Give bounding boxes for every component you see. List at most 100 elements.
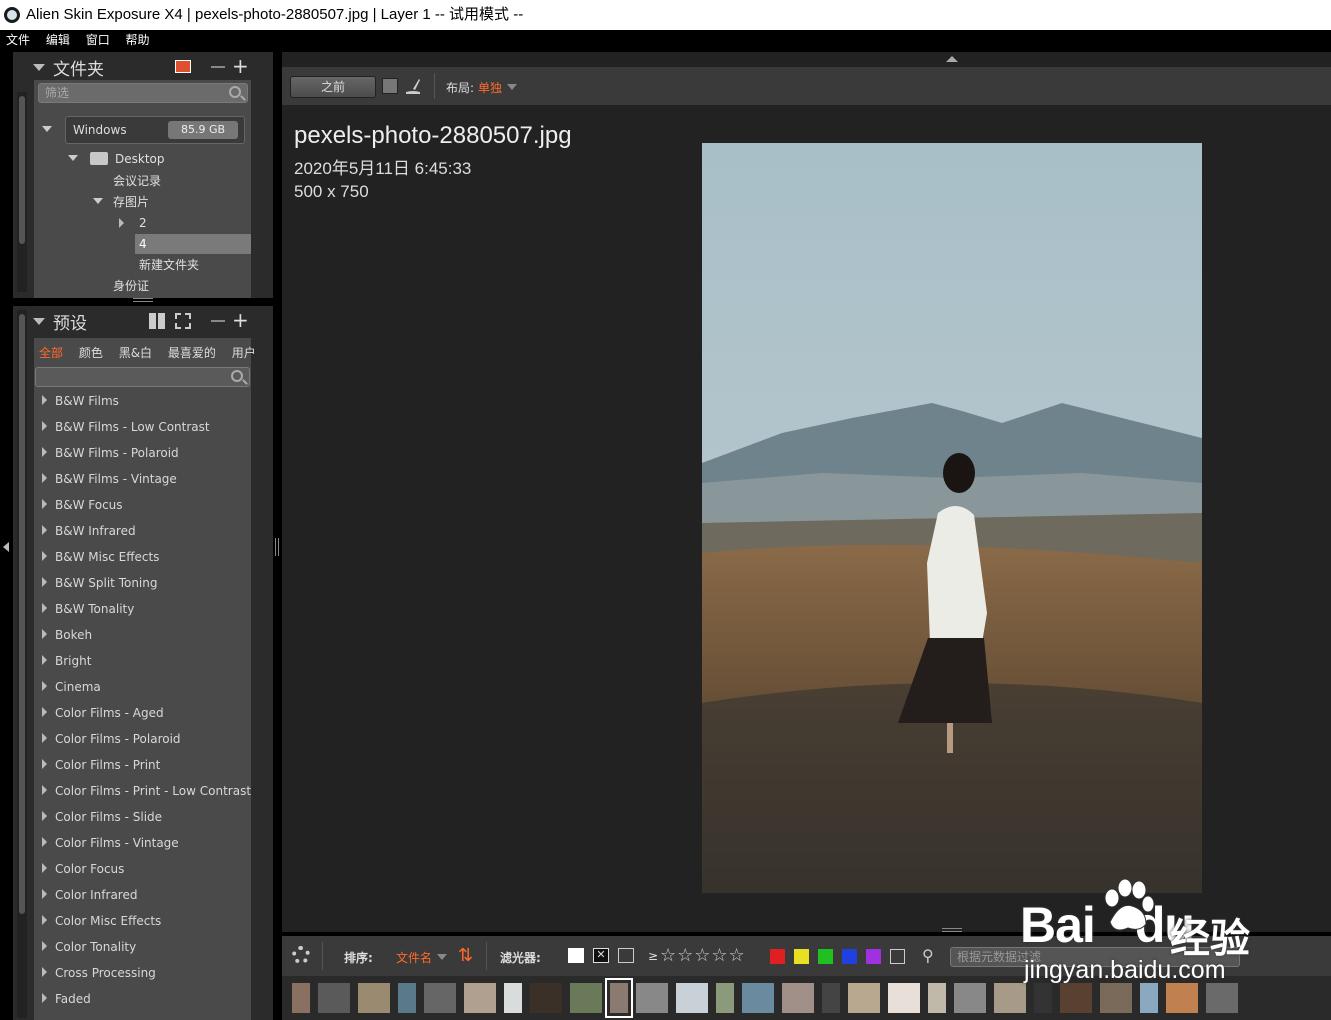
plus-icon[interactable]: + — [232, 308, 249, 332]
menu-help[interactable]: 帮助 — [120, 30, 156, 51]
tree-item-desktop[interactable]: Desktop — [115, 149, 165, 169]
preset-category[interactable]: Color Films - Print — [42, 752, 160, 778]
metadata-key-icon[interactable]: ⚲ — [922, 946, 934, 965]
pictures-expand-icon[interactable] — [93, 198, 103, 204]
presets-search-input[interactable] — [35, 367, 250, 387]
desktop-expand-icon[interactable] — [68, 155, 78, 161]
chevron-down-icon[interactable] — [437, 954, 447, 960]
filmstrip-thumbnail[interactable] — [1100, 983, 1132, 1013]
tab-bw[interactable]: 黑&白 — [119, 346, 152, 360]
filmstrip-thumbnail[interactable] — [1060, 983, 1092, 1013]
tree-item-4[interactable]: 4 — [139, 234, 147, 254]
filmstrip-thumbnail[interactable] — [464, 983, 496, 1013]
filmstrip-thumbnail[interactable] — [782, 983, 814, 1013]
plus-icon[interactable]: + — [232, 54, 249, 78]
folders-scroll-thumb[interactable] — [19, 96, 25, 244]
minus-icon[interactable] — [211, 66, 225, 68]
main-photo[interactable] — [702, 143, 1202, 893]
layout-dropdown[interactable]: 单独 — [478, 79, 502, 96]
preset-category[interactable]: Color Films - Vintage — [42, 830, 179, 856]
filmstrip-thumbnail[interactable] — [358, 983, 390, 1013]
chevron-down-icon[interactable] — [507, 84, 517, 90]
preset-category[interactable]: B&W Films - Polaroid — [42, 440, 179, 466]
filmstrip-thumbnail[interactable] — [848, 983, 880, 1013]
menu-window[interactable]: 窗口 — [80, 30, 116, 51]
tree-item-new-folder[interactable]: 新建文件夹 — [139, 255, 199, 275]
fullscreen-icon[interactable] — [175, 313, 191, 329]
tree-item-2[interactable]: 2 — [139, 213, 147, 233]
filmstrip-thumbnail[interactable] — [424, 983, 456, 1013]
import-icon[interactable] — [175, 60, 191, 73]
preset-category[interactable]: Color Misc Effects — [42, 908, 161, 934]
filmstrip-thumbnail[interactable] — [1034, 983, 1052, 1013]
preset-category[interactable]: Bright — [42, 648, 91, 674]
filmstrip-thumbnail[interactable] — [292, 983, 310, 1013]
tab-color[interactable]: 颜色 — [79, 346, 103, 360]
filmstrip-thumbnail[interactable] — [1140, 983, 1158, 1013]
filmstrip-thumbnail[interactable] — [742, 983, 774, 1013]
grid-view-icon[interactable] — [149, 313, 165, 329]
preset-category[interactable]: B&W Films — [42, 388, 119, 414]
flag-none-icon[interactable] — [618, 948, 634, 963]
filmstrip-thumbnail[interactable] — [504, 983, 522, 1013]
drive-windows[interactable]: Windows 85.9 GB — [65, 116, 245, 144]
color-label-blue[interactable] — [842, 949, 857, 964]
preset-category[interactable]: Color Infrared — [42, 882, 137, 908]
folders-filter-input[interactable]: 筛选 — [38, 83, 248, 103]
preset-category[interactable]: Color Tonality — [42, 934, 136, 960]
preset-category[interactable]: Color Focus — [42, 856, 124, 882]
filmstrip-thumbnail[interactable] — [605, 978, 633, 1018]
minus-icon[interactable] — [211, 320, 225, 322]
filmstrip-thumbnail[interactable] — [398, 983, 416, 1013]
filmstrip-thumbnail[interactable] — [822, 983, 840, 1013]
preset-category[interactable]: Color Films - Print - Low Contrast — [42, 778, 251, 804]
preset-category[interactable]: Faded — [42, 986, 91, 1012]
preset-category[interactable]: B&W Misc Effects — [42, 544, 159, 570]
color-label-green[interactable] — [818, 949, 833, 964]
compare-square-button[interactable] — [382, 78, 398, 94]
preset-category[interactable]: Color Films - Aged — [42, 700, 164, 726]
tab-all[interactable]: 全部 — [39, 346, 63, 360]
color-label-yellow[interactable] — [794, 949, 809, 964]
filmstrip-thumbnail[interactable] — [318, 983, 350, 1013]
preset-category[interactable]: B&W Films - Vintage — [42, 466, 177, 492]
filmstrip-thumbnail[interactable] — [676, 983, 708, 1013]
collapse-icon[interactable] — [33, 63, 45, 71]
filmstrip-thumbnail[interactable] — [636, 983, 668, 1013]
preset-category[interactable]: Cinema — [42, 674, 101, 700]
brush-icon[interactable] — [404, 77, 422, 95]
color-label-red[interactable] — [770, 949, 785, 964]
filmstrip-thumbnail[interactable] — [1166, 983, 1198, 1013]
tab-favorites[interactable]: 最喜爱的 — [168, 346, 216, 360]
color-label-none[interactable] — [890, 949, 905, 964]
collapse-icon[interactable] — [33, 317, 45, 325]
preset-category[interactable]: Color Films - Slide — [42, 804, 162, 830]
flag-pick-icon[interactable] — [568, 948, 584, 963]
menu-file[interactable]: 文件 — [0, 30, 36, 51]
rating-operator[interactable]: ≥ — [648, 949, 658, 963]
filmstrip-thumbnail[interactable] — [888, 983, 920, 1013]
folder-2-expand-icon[interactable] — [119, 218, 124, 228]
preset-category[interactable]: B&W Films - Low Contrast — [42, 414, 210, 440]
filmstrip-thumbnail[interactable] — [530, 983, 562, 1013]
star-rating-filter[interactable]: ☆☆☆☆☆ — [660, 945, 746, 966]
splitter-handle[interactable] — [275, 538, 279, 556]
preset-category[interactable]: B&W Split Toning — [42, 570, 158, 596]
gear-icon[interactable] — [292, 946, 310, 964]
filmstrip-thumbnail[interactable] — [570, 983, 602, 1013]
preset-category[interactable]: Color Films - Polaroid — [42, 726, 181, 752]
flag-reject-icon[interactable]: ✕ — [593, 948, 609, 963]
filmstrip-thumbnail[interactable] — [928, 983, 946, 1013]
drive-expand-icon[interactable] — [42, 126, 52, 132]
sort-direction-icon[interactable]: ⇅ — [458, 945, 473, 966]
filmstrip-resize-handle[interactable] — [942, 928, 962, 932]
preset-category[interactable]: B&W Infrared — [42, 518, 136, 544]
tree-item-pictures[interactable]: 存图片 — [113, 192, 149, 212]
filmstrip-thumbnail[interactable] — [1206, 983, 1238, 1013]
collapse-top-icon[interactable] — [946, 56, 958, 62]
collapse-left-icon[interactable] — [3, 542, 9, 552]
preset-category[interactable]: Bokeh — [42, 622, 92, 648]
presets-scroll-thumb[interactable] — [19, 314, 25, 914]
filmstrip-thumbnail[interactable] — [716, 983, 734, 1013]
preset-category[interactable]: B&W Focus — [42, 492, 123, 518]
